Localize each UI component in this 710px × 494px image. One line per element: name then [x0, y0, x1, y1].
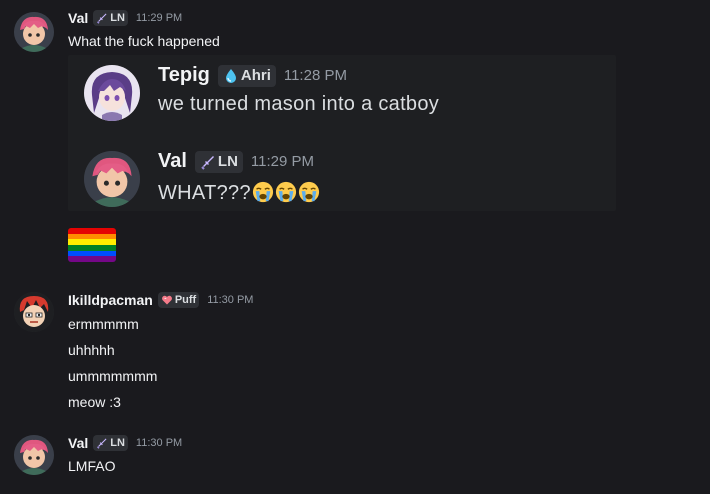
message-text: uhhhhh: [68, 342, 115, 358]
message-text: WHAT???: [158, 182, 251, 204]
ice-drop-icon: [225, 68, 236, 83]
author-name[interactable]: Val: [68, 10, 88, 26]
guild-tag[interactable]: LN: [93, 435, 128, 451]
timestamp[interactable]: 11:30 PM: [207, 294, 253, 306]
message-text: ermmmmm: [68, 316, 139, 332]
guild-tag-label: LN: [110, 12, 125, 24]
guild-tag-label: LN: [217, 153, 238, 170]
sword-icon: [201, 155, 214, 170]
loudly-crying-face-icon: [298, 181, 320, 203]
pride-flag-icon[interactable]: [68, 228, 116, 262]
guild-tag: LN: [194, 150, 243, 173]
avatar: [84, 151, 140, 207]
image-attachment[interactable]: Tepig Ahri 11:28 PM we turned mason into…: [68, 55, 616, 211]
guild-tag-label: Ahri: [240, 67, 271, 84]
loudly-crying-face-icon: [275, 181, 297, 203]
timestamp[interactable]: 11:29 PM: [136, 12, 182, 24]
message-text: ummmmmmm: [68, 368, 158, 384]
message-text: What the fuck happened: [68, 33, 220, 49]
avatar[interactable]: [14, 292, 54, 332]
message-text: LMFAO: [68, 458, 116, 474]
message-text: we turned mason into a catboy: [158, 93, 440, 115]
guild-tag-label: Puff: [174, 294, 197, 306]
author-name[interactable]: Val: [68, 435, 88, 451]
guild-tag[interactable]: LN: [93, 10, 128, 26]
author-name[interactable]: Ikilldpacman: [68, 292, 153, 308]
sword-icon: [97, 438, 107, 449]
message-text: meow :3: [68, 394, 121, 410]
heart-icon: [161, 295, 172, 305]
timestamp: 11:28 PM: [283, 67, 347, 84]
guild-tag[interactable]: Puff: [157, 292, 200, 308]
avatar[interactable]: [14, 12, 54, 52]
guild-tag-label: LN: [110, 437, 125, 449]
message-text-row: WHAT???: [158, 181, 320, 205]
author-name: Tepig: [158, 64, 210, 86]
timestamp[interactable]: 11:30 PM: [136, 437, 182, 449]
sword-icon: [97, 13, 107, 24]
author-name: Val: [158, 150, 187, 172]
avatar: [84, 65, 140, 121]
timestamp: 11:29 PM: [250, 153, 315, 170]
loudly-crying-face-icon: [252, 181, 274, 203]
guild-tag: Ahri: [217, 64, 276, 87]
avatar[interactable]: [14, 435, 54, 475]
